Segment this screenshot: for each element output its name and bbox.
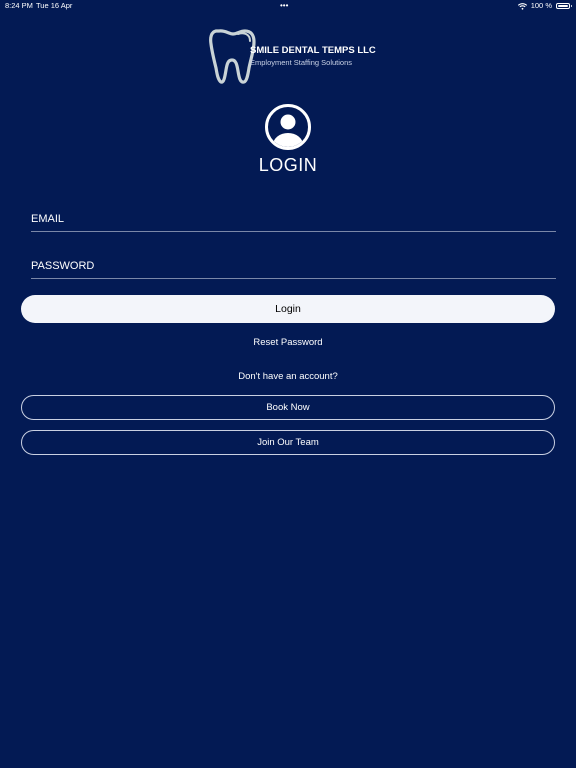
book-now-button[interactable]: Book Now — [21, 395, 555, 420]
status-indicators: 100 % — [517, 0, 572, 12]
battery-fill — [558, 5, 568, 7]
join-our-team-button[interactable]: Join Our Team — [21, 430, 555, 455]
login-title: LOGIN — [258, 155, 318, 175]
login-button[interactable]: Login — [21, 295, 555, 323]
password-field-container — [31, 254, 556, 279]
password-input[interactable] — [31, 254, 556, 278]
logo-title: SMILE DENTAL TEMPS LLC — [250, 45, 376, 56]
tooth-icon — [209, 29, 256, 84]
multitasking-dots[interactable]: ••• — [280, 0, 288, 12]
email-input[interactable] — [31, 207, 556, 231]
logo-subtitle: Employment Staffing Solutions — [250, 58, 353, 67]
user-avatar-icon — [265, 104, 311, 150]
reset-password-link[interactable]: Reset Password — [0, 337, 576, 348]
status-time: 8:24 PM — [5, 1, 33, 10]
email-field-container — [31, 207, 556, 232]
battery-percentage: 100 % — [530, 1, 552, 10]
wifi-icon — [517, 2, 527, 10]
company-logo: SMILE DENTAL TEMPS LLC Employment Staffi… — [208, 28, 378, 84]
no-account-prompt: Don't have an account? — [238, 371, 338, 382]
battery-icon — [556, 3, 572, 9]
status-date: Tue 16 Apr — [36, 1, 73, 10]
status-bar: 8:24 PM Tue 16 Apr ••• 100 % — [0, 0, 576, 12]
